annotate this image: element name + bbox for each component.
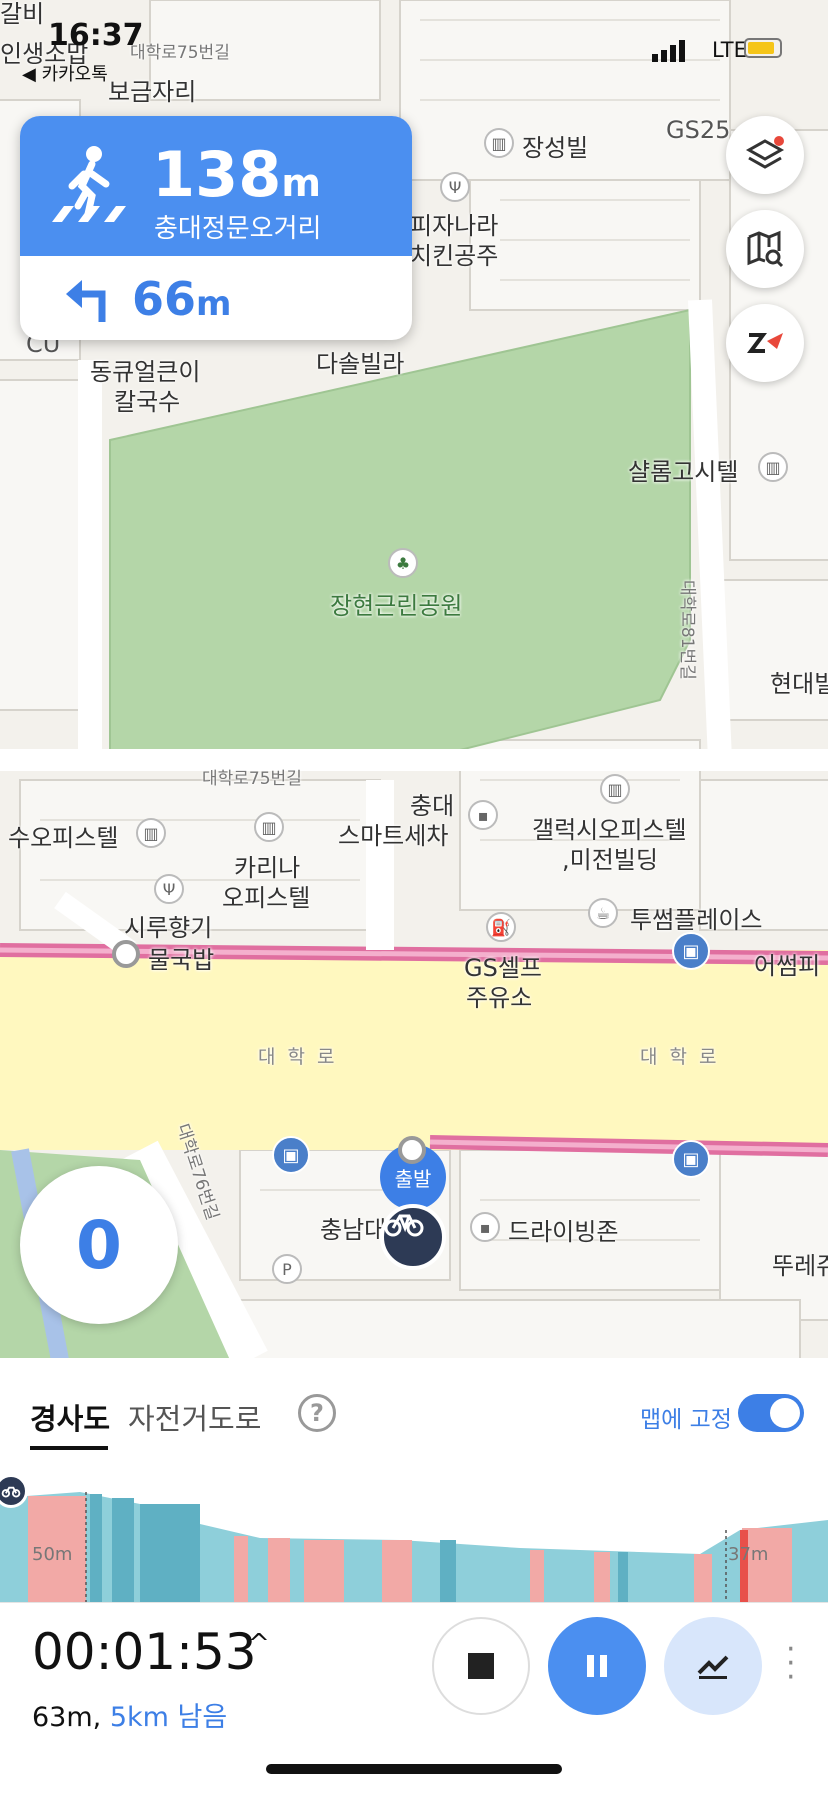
map-search-button[interactable] xyxy=(726,210,804,288)
layers-button[interactable] xyxy=(726,116,804,194)
map-label: 드라이빙존 xyxy=(508,1218,619,1246)
restaurant-icon: Ψ xyxy=(440,172,470,202)
map-label: 물국밥 xyxy=(148,946,215,974)
help-icon[interactable]: ? xyxy=(298,1394,336,1432)
elevation-profile xyxy=(0,1492,828,1602)
turn-street-name: 충대정문오거리 xyxy=(154,214,322,244)
cafe-icon: ☕ xyxy=(588,898,618,928)
building-icon: ▥ xyxy=(484,128,514,158)
map-search-icon xyxy=(747,230,784,268)
building-icon: ▥ xyxy=(136,818,166,848)
map-label: 장현근린공원 xyxy=(330,592,463,620)
speed-display: 0 xyxy=(20,1166,178,1324)
parking-icon: P xyxy=(272,1254,302,1284)
map-label: 오피스텔 xyxy=(222,884,311,912)
road-label: 대학로75번길 xyxy=(202,769,302,789)
elapsed-time: 00:01:53 xyxy=(32,1623,257,1681)
building-icon: ▥ xyxy=(758,452,788,482)
tab-slope[interactable]: 경사도 xyxy=(30,1396,110,1438)
road-label: 대 학 로 xyxy=(258,1046,338,1068)
map-label: 샬롬고시텔 xyxy=(628,458,739,486)
map-label: 장성빌 xyxy=(522,134,589,162)
road-label: 대 학 로 xyxy=(640,1046,720,1068)
status-time: 16:37 xyxy=(48,18,144,53)
map-label: 주유소 xyxy=(466,984,533,1012)
elevation-chart-button[interactable] xyxy=(664,1617,762,1715)
compass-button[interactable] xyxy=(726,304,804,382)
next-turn-panel: 138m 충대정문오거리 xyxy=(20,116,412,256)
map-label: GS25 xyxy=(666,116,731,144)
bicycle-location-icon xyxy=(380,1204,446,1270)
distance-summary: 63m, 5km 남음 xyxy=(32,1702,228,1733)
park-icon: ♣ xyxy=(388,548,418,578)
map-label: 시루향기 xyxy=(124,914,213,942)
tab-bike-road[interactable]: 자전거도로 xyxy=(128,1396,261,1438)
building-icon: ▪ xyxy=(470,1212,500,1242)
pin-to-map-toggle[interactable] xyxy=(738,1394,804,1432)
active-tab-indicator xyxy=(30,1446,108,1450)
map-label: 수오피스텔 xyxy=(8,824,119,852)
carwash-icon: ▪ xyxy=(468,800,498,830)
stop-icon xyxy=(468,1653,494,1679)
crosswalk-icon xyxy=(52,146,126,222)
pin-to-map-label: 맵에 고정 xyxy=(640,1407,732,1433)
bus-stop-icon: ▣ xyxy=(272,1136,310,1174)
chart-line-icon xyxy=(697,1655,729,1679)
turn-instruction-card[interactable]: 138m 충대정문오거리 66m xyxy=(20,116,412,340)
road-label: 대학로81번길 xyxy=(677,580,697,680)
battery-icon xyxy=(744,38,782,58)
map-label: 치킨공주 xyxy=(410,242,499,270)
layers-icon xyxy=(745,136,785,169)
bus-stop-icon: ▣ xyxy=(672,1140,710,1178)
home-indicator xyxy=(266,1764,562,1774)
stop-button[interactable] xyxy=(432,1617,530,1715)
waypoint-marker[interactable] xyxy=(112,940,140,968)
restaurant-icon: Ψ xyxy=(154,874,184,904)
elevation-start-label: 50m xyxy=(32,1544,73,1565)
elevation-end-label: 37m xyxy=(728,1544,769,1565)
pause-icon xyxy=(587,1655,607,1677)
turn-distance: 138m xyxy=(152,138,322,211)
signal-icon xyxy=(652,40,685,62)
building-icon: ▥ xyxy=(254,812,284,842)
map-label: 칼국수 xyxy=(114,388,181,416)
start-pin-dot xyxy=(398,1136,426,1164)
map-label: 다솔빌라 xyxy=(316,350,405,378)
map-label: 스마트세차 xyxy=(338,822,449,850)
gas-station-icon: ⛽ xyxy=(486,912,516,942)
expand-chevron-icon[interactable]: ^ xyxy=(248,1629,270,1659)
map-label: 뚜레쥬 xyxy=(772,1252,828,1280)
turn-left-icon xyxy=(66,280,106,322)
more-options-icon[interactable]: · · · xyxy=(786,1635,796,1693)
map-label: 투썸플레이스 xyxy=(630,906,763,934)
network-type: LTE xyxy=(712,38,747,62)
compass-icon xyxy=(747,333,783,353)
back-to-app-link[interactable]: ◀ 카카오톡 xyxy=(22,60,108,86)
following-turn-distance: 66m xyxy=(132,272,232,326)
map-label: 충남대 xyxy=(320,1216,387,1244)
bus-stop-icon: ▣ xyxy=(672,932,710,970)
map-label: 현대빌 xyxy=(770,670,828,698)
pause-button[interactable] xyxy=(548,1617,646,1715)
map-label: ,미전빌딩 xyxy=(562,846,658,874)
status-bar: 16:37 ◀ 카카오톡 LTE xyxy=(0,0,828,90)
building-icon: ▥ xyxy=(600,774,630,804)
map-label: 어썸피 xyxy=(754,952,821,980)
